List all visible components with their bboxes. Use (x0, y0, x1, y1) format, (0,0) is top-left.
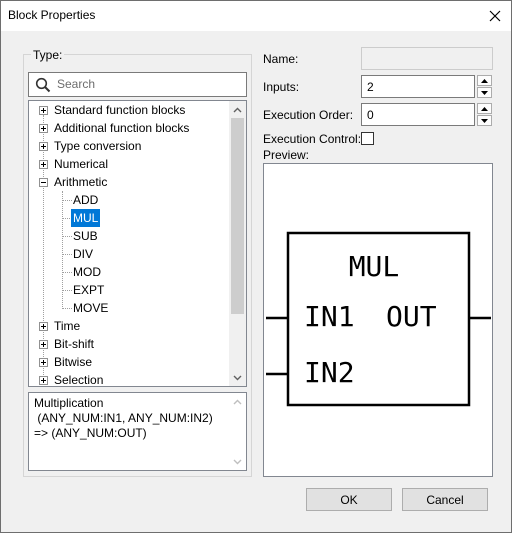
tree-item-label-selected: MUL (71, 209, 101, 227)
preview-label: Preview: (263, 148, 310, 162)
inputs-value: 2 (367, 80, 374, 94)
tree-item-numerical[interactable]: Numerical (29, 155, 229, 173)
inputs-increment-button[interactable] (477, 75, 492, 86)
chevron-down-icon (233, 375, 242, 380)
description-scrollbar (229, 393, 246, 470)
inputs-decrement-button[interactable] (477, 87, 492, 98)
expand-icon[interactable] (39, 160, 48, 169)
name-label: Name: (263, 52, 299, 66)
tree-item-label: Type conversion (54, 139, 142, 153)
expand-icon[interactable] (39, 376, 48, 385)
scroll-up-button (229, 393, 246, 410)
tree-item-label: Bit-shift (54, 337, 95, 351)
chevron-down-icon (233, 459, 242, 464)
tree-item-label: SUB (73, 229, 98, 243)
inputs-label: Inputs: (263, 80, 300, 94)
execution-order-decrement-button[interactable] (477, 115, 492, 126)
block-input-in1: IN1 (304, 300, 355, 333)
scroll-up-button[interactable] (229, 101, 246, 118)
tree-item-bitwise[interactable]: Bitwise (29, 353, 229, 371)
execution-order-spinner[interactable] (477, 103, 492, 126)
function-block-diagram: MUL IN1 OUT IN2 (266, 231, 491, 407)
tree-item-label: Additional function blocks (54, 121, 190, 135)
scroll-down-button (229, 453, 246, 470)
block-type-name: MUL (349, 250, 400, 283)
execution-control-checkbox[interactable] (361, 132, 374, 145)
tree-item-move[interactable]: MOVE (29, 299, 229, 317)
block-type-tree[interactable]: Standard function blocks Additional func… (28, 100, 247, 387)
tree-item-label: ADD (73, 193, 99, 207)
inputs-field[interactable]: 2 (361, 75, 475, 98)
tree-item-label: EXPT (73, 283, 105, 297)
caret-up-icon (481, 106, 488, 111)
block-description: Multiplication (ANY_NUM:IN1, ANY_NUM:IN2… (34, 396, 213, 440)
tree-item-label: Selection (54, 373, 104, 387)
search-box[interactable] (28, 72, 247, 97)
block-output-out: OUT (386, 300, 437, 333)
description-box: Multiplication (ANY_NUM:IN1, ANY_NUM:IN2… (28, 392, 247, 471)
close-button[interactable] (485, 6, 505, 26)
expand-icon[interactable] (39, 142, 48, 151)
tree-item-expt[interactable]: EXPT (29, 281, 229, 299)
scroll-down-button[interactable] (229, 369, 246, 386)
execution-control-label: Execution Control: (263, 132, 362, 146)
scroll-thumb[interactable] (231, 118, 244, 314)
tree-item-time[interactable]: Time (29, 317, 229, 335)
execution-order-field[interactable]: 0 (361, 103, 475, 126)
tree-item-div[interactable]: DIV (29, 245, 229, 263)
tree-item-type-conversion[interactable]: Type conversion (29, 137, 229, 155)
expand-icon[interactable] (39, 106, 48, 115)
expand-icon[interactable] (39, 340, 48, 349)
tree-item-selection[interactable]: Selection (29, 371, 229, 387)
tree-item-sub[interactable]: SUB (29, 227, 229, 245)
tree-item-label: Time (54, 319, 81, 333)
block-input-in2: IN2 (304, 356, 355, 389)
caret-down-icon (481, 90, 488, 95)
cancel-button[interactable]: Cancel (402, 488, 488, 511)
tree-item-label: Arithmetic (54, 175, 108, 189)
tree-item-label: DIV (73, 247, 94, 261)
close-icon (489, 10, 501, 22)
caret-up-icon (481, 78, 488, 83)
tree-item-label: MOVE (73, 301, 109, 315)
caret-down-icon (481, 118, 488, 123)
window-title: Block Properties (8, 8, 96, 22)
tree-item-mod[interactable]: MOD (29, 263, 229, 281)
execution-order-increment-button[interactable] (477, 103, 492, 114)
tree-item-arithmetic[interactable]: Arithmetic (29, 173, 229, 191)
chevron-up-icon (233, 107, 242, 112)
collapse-icon[interactable] (39, 178, 48, 187)
name-field (361, 47, 493, 70)
search-input[interactable] (57, 75, 242, 93)
tree-item-add[interactable]: ADD (29, 191, 229, 209)
search-icon (35, 77, 51, 93)
preview-panel: MUL IN1 OUT IN2 (263, 163, 493, 477)
tree-item-mul[interactable]: MUL (29, 209, 229, 227)
chevron-up-icon (233, 399, 242, 404)
tree-item-standard-function-blocks[interactable]: Standard function blocks (29, 101, 229, 119)
expand-icon[interactable] (39, 322, 48, 331)
inputs-spinner[interactable] (477, 75, 492, 98)
tree-scrollbar[interactable] (229, 101, 246, 386)
ok-button[interactable]: OK (306, 488, 392, 511)
execution-order-label: Execution Order: (263, 108, 354, 122)
expand-icon[interactable] (39, 124, 48, 133)
execution-order-value: 0 (367, 108, 374, 122)
tree-item-label: Standard function blocks (54, 103, 186, 117)
tree-item-label: MOD (73, 265, 101, 279)
title-bar: Block Properties (1, 1, 511, 31)
tree-item-additional-function-blocks[interactable]: Additional function blocks (29, 119, 229, 137)
tree-item-bit-shift[interactable]: Bit-shift (29, 335, 229, 353)
tree-item-label: Numerical (54, 157, 109, 171)
type-group-label: Type: (31, 48, 65, 62)
tree-item-label: Bitwise (54, 355, 93, 369)
expand-icon[interactable] (39, 358, 48, 367)
